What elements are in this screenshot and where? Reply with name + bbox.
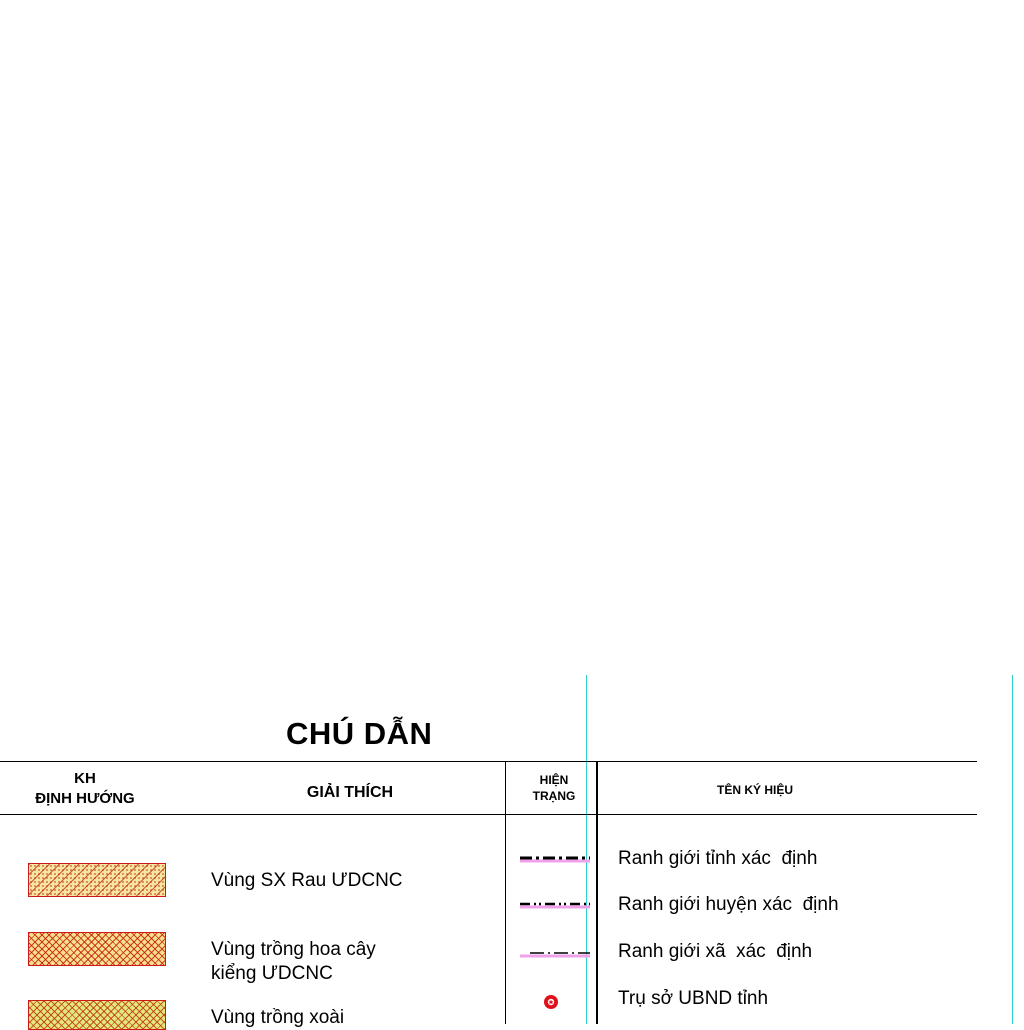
planned-item-1-line1: Vùng SX Rau ƯDCNC (211, 870, 403, 891)
current-item-2-name: Ranh giới huyện xác định (618, 894, 839, 915)
current-item-3-name: Ranh giới xã xác định (618, 941, 813, 962)
header-symbol-name: TÊN KÝ HIỆU (716, 783, 793, 797)
guide-line-left (586, 675, 587, 1024)
pattern-flower-zone (28, 932, 166, 966)
planned-item-1-label: Vùng SX Rau ƯDCNC (211, 869, 403, 893)
current-item-1-name: Ranh giới tỉnh xác định (618, 848, 818, 869)
pattern-mango-zone (28, 1000, 166, 1030)
header-kh-line1: KH (74, 770, 96, 787)
header-current-line1: HIỆN (539, 773, 569, 787)
column-divider-1 (505, 761, 506, 1024)
header-kh-line2: ĐỊNH HƯỚNG (35, 790, 135, 808)
header-kh: KH ĐỊNH HƯỚNG (10, 769, 160, 810)
legend-title: CHÚ DẪN (286, 716, 433, 751)
commune-boundary-icon (520, 952, 590, 958)
planned-item-3-line1: Vùng trồng xoài (211, 1007, 345, 1028)
header-current: HIỆN TRẠNG (510, 772, 598, 804)
province-boundary-icon (520, 856, 590, 863)
current-item-4-name: Trụ sở UBND tỉnh (618, 988, 769, 1009)
planned-item-2-line1: Vùng trồng hoa cây (211, 939, 376, 960)
table-header-rule (0, 814, 977, 815)
header-explanation: GIẢI THÍCH (306, 784, 394, 801)
province-office-icon (544, 995, 558, 1009)
planned-item-2-label: Vùng trồng hoa cây kiểng ƯDCNC (211, 938, 376, 986)
header-current-line2: TRẠNG (532, 789, 576, 804)
pattern-vegetable-zone (28, 863, 166, 897)
guide-line-right (1012, 675, 1013, 1024)
planned-item-3-label: Vùng trồng xoài (211, 1006, 344, 1030)
planned-item-2-line2: kiểng ƯDCNC (211, 963, 333, 984)
district-boundary-icon (520, 902, 590, 909)
table-top-rule (0, 761, 977, 762)
